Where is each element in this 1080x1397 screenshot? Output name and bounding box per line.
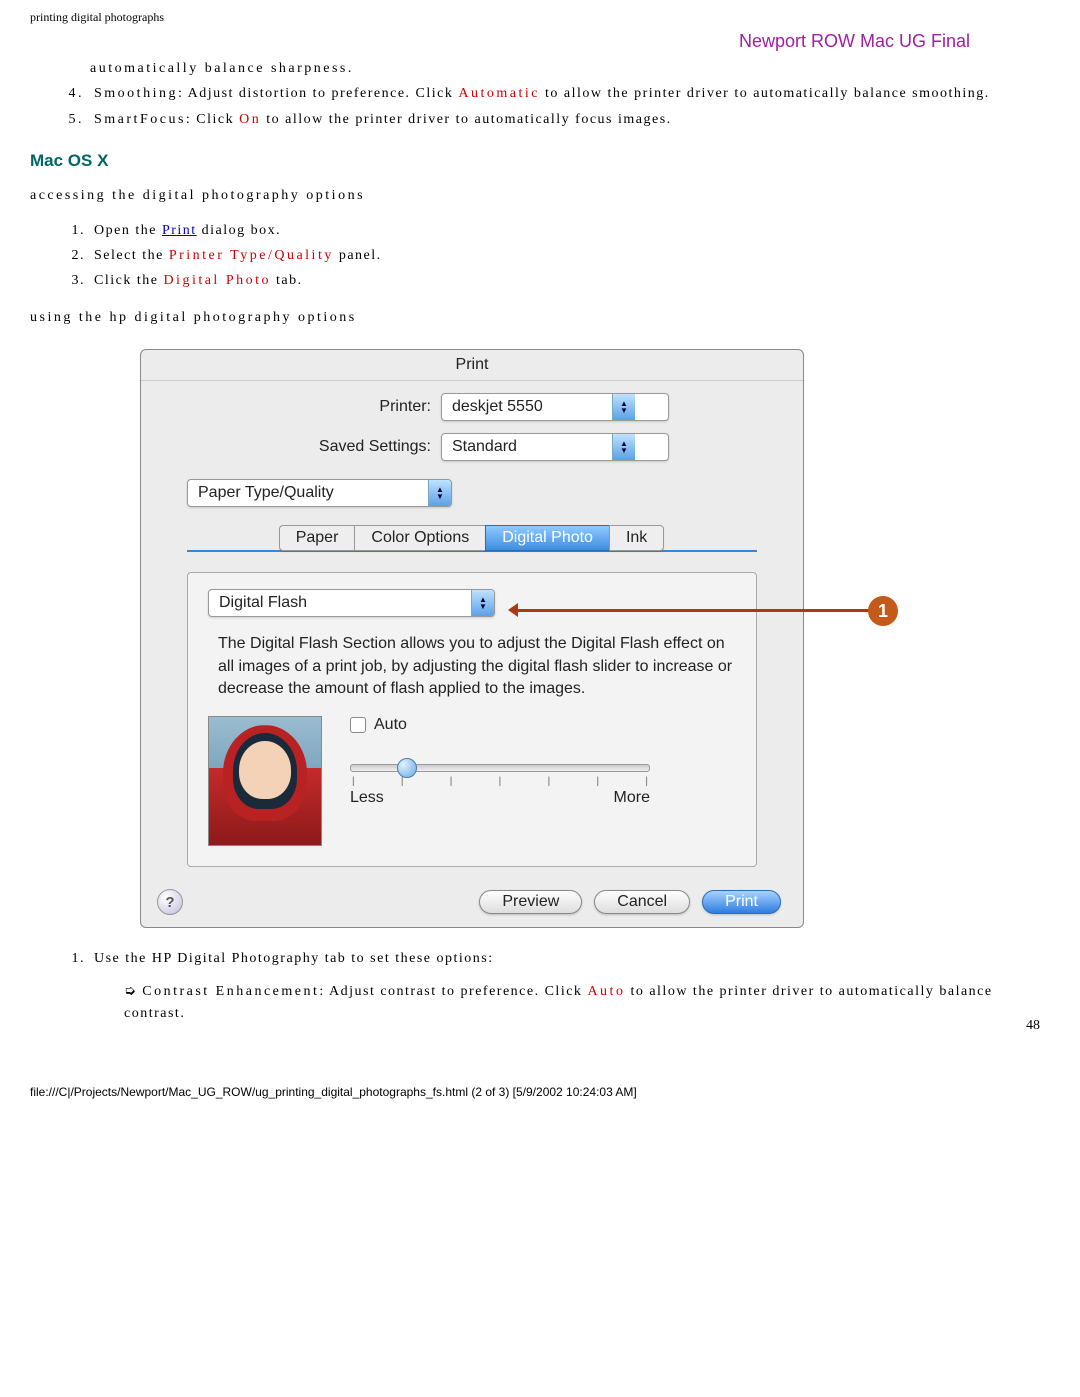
- accessing-title: accessing the digital photography option…: [30, 185, 1050, 207]
- tab-color[interactable]: Color Options: [354, 525, 486, 551]
- s3b: tab.: [271, 273, 303, 288]
- saved-label: Saved Settings:: [141, 438, 441, 456]
- s3a: Click the: [94, 273, 163, 288]
- item-4: Smoothing: Adjust distortion to preferen…: [90, 83, 1050, 105]
- flash-slider[interactable]: ||||||| Less More: [350, 764, 650, 807]
- auto-label: Auto: [374, 716, 407, 734]
- auto-checkbox[interactable]: [350, 717, 366, 733]
- cancel-button[interactable]: Cancel: [594, 890, 690, 914]
- digital-flash-value: Digital Flash: [209, 594, 471, 612]
- callout-1: 1: [868, 596, 898, 626]
- item5-label: SmartFocus: [94, 112, 186, 127]
- panel-select[interactable]: Paper Type/Quality ▲▼: [187, 479, 452, 507]
- after-step-1: Use the HP Digital Photography tab to se…: [90, 948, 1050, 1025]
- page-header: printing digital photographs: [30, 10, 1050, 25]
- item5-t2: to allow the printer driver to automatic…: [261, 112, 671, 127]
- tab-paper[interactable]: Paper: [279, 525, 356, 551]
- print-button[interactable]: Print: [702, 890, 781, 914]
- updown-icon: ▲▼: [428, 480, 451, 506]
- s2a: Select the: [94, 248, 169, 263]
- digital-flash-select[interactable]: Digital Flash ▲▼: [208, 589, 495, 617]
- saved-value: Standard: [442, 438, 612, 456]
- ce-label: Contrast Enhancement: [142, 984, 319, 999]
- print-dialog: Print Printer: deskjet 5550 ▲▼ Saved Set…: [140, 349, 804, 928]
- tabs: Paper Color Options Digital Photo Ink: [141, 525, 803, 551]
- step-1: Open the Print dialog box.: [90, 220, 1050, 242]
- step-3: Click the Digital Photo tab.: [90, 270, 1050, 292]
- item4-label: Smoothing: [94, 86, 178, 101]
- digital-photo-panel: Digital Flash ▲▼ The Digital Flash Secti…: [187, 572, 757, 867]
- cont-sharpness: automatically balance sharpness.: [90, 58, 1050, 80]
- item-5: SmartFocus: Click On to allow the printe…: [90, 109, 1050, 131]
- printer-label: Printer:: [141, 398, 441, 416]
- item5-highlight: On: [239, 112, 261, 127]
- panel-value: Paper Type/Quality: [188, 484, 428, 502]
- tab-digital-photo[interactable]: Digital Photo: [485, 525, 610, 551]
- ce-t1: : Adjust contrast to preference. Click: [319, 984, 587, 999]
- watermark: Newport ROW Mac UG Final: [30, 31, 970, 52]
- slider-thumb[interactable]: [397, 758, 417, 778]
- printer-value: deskjet 5550: [442, 398, 612, 416]
- slider-more: More: [614, 789, 650, 807]
- s1a: Open the: [94, 223, 162, 238]
- s3red: Digital Photo: [163, 273, 271, 288]
- panel-description: The Digital Flash Section allows you to …: [218, 633, 736, 700]
- after-line1: Use the HP Digital Photography tab to se…: [94, 951, 494, 966]
- updown-icon: ▲▼: [612, 434, 635, 460]
- step-2: Select the Printer Type/Quality panel.: [90, 245, 1050, 267]
- printer-select[interactable]: deskjet 5550 ▲▼: [441, 393, 669, 421]
- s2b: panel.: [334, 248, 382, 263]
- print-link[interactable]: Print: [162, 223, 197, 238]
- page-number: 48: [1026, 1018, 1040, 1034]
- s2red: Printer Type/Quality: [169, 248, 334, 263]
- help-button[interactable]: ?: [157, 889, 183, 915]
- s1b: dialog box.: [197, 223, 282, 238]
- macosx-heading: Mac OS X: [30, 151, 1050, 171]
- saved-select[interactable]: Standard ▲▼: [441, 433, 669, 461]
- item4-t2: to allow the printer driver to automatic…: [540, 86, 990, 101]
- preview-button[interactable]: Preview: [479, 890, 582, 914]
- ce-red: Auto: [587, 984, 625, 999]
- updown-icon: ▲▼: [471, 590, 494, 616]
- item5-t1: : Click: [186, 112, 239, 127]
- slider-less: Less: [350, 789, 384, 807]
- updown-icon: ▲▼: [612, 394, 635, 420]
- item4-t1: : Adjust distortion to preference. Click: [178, 86, 458, 101]
- tab-ink[interactable]: Ink: [609, 525, 664, 551]
- footer-path: file:///C|/Projects/Newport/Mac_UG_ROW/u…: [30, 1085, 1050, 1099]
- callout-line: [514, 609, 872, 612]
- dialog-title: Print: [141, 350, 803, 381]
- item4-highlight: Automatic: [458, 86, 540, 101]
- using-title: using the hp digital photography options: [30, 307, 1050, 329]
- preview-thumbnail: [208, 716, 322, 846]
